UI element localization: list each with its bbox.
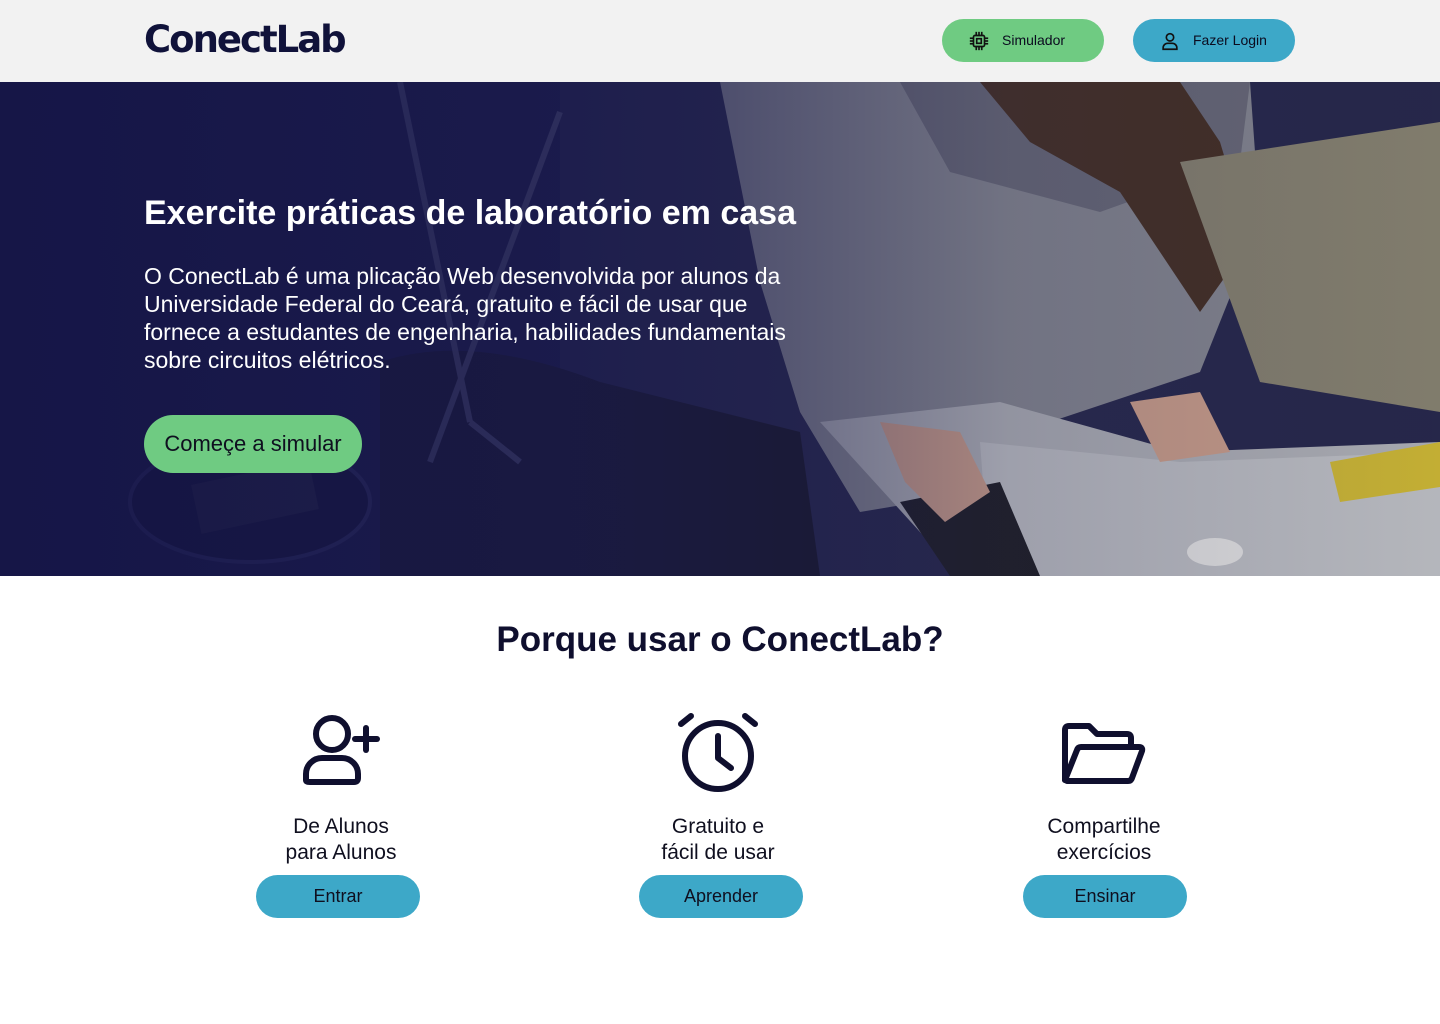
enter-button[interactable]: Entrar: [256, 875, 420, 918]
feature-share: Compartilhe exercícios: [964, 708, 1244, 866]
folder-open-icon: [1062, 723, 1146, 784]
start-simulating-button[interactable]: Começe a simular: [144, 415, 362, 473]
feature-students: De Alunos para Alunos: [201, 708, 481, 866]
feature-share-line2: exercícios: [1056, 841, 1152, 864]
hero-banner: Exercite práticas de laboratório em casa…: [0, 82, 1440, 576]
top-navigation-bar: ConectLab Simulador Fazer Login: [0, 0, 1440, 82]
feature-students-line2: para Alunos: [285, 841, 397, 864]
feature-free-easy: Gratuito e fácil de usar: [578, 708, 858, 866]
feature-free-line1: Gratuito e: [671, 815, 765, 838]
why-section-title: Porque usar o ConectLab?: [496, 620, 944, 659]
teach-button[interactable]: Ensinar: [1023, 875, 1187, 918]
feature-free-line2: fácil de usar: [661, 841, 775, 864]
feature-students-line1: De Alunos: [293, 815, 389, 838]
login-button-label: Fazer Login: [1193, 32, 1267, 48]
login-button[interactable]: Fazer Login: [1133, 19, 1295, 62]
simulator-button-label: Simulador: [1002, 32, 1066, 48]
chip-icon: [969, 31, 989, 51]
conectlab-logo[interactable]: ConectLab: [144, 18, 347, 61]
user-icon: [1162, 32, 1178, 51]
learn-button[interactable]: Aprender: [639, 875, 803, 918]
hero-title: Exercite práticas de laboratório em casa: [144, 194, 796, 232]
user-plus-icon: [303, 715, 380, 785]
hero-description: O ConectLab é uma plicação Web desenvolv…: [144, 263, 786, 373]
alarm-clock-icon: [678, 713, 758, 792]
feature-share-line1: Compartilhe: [1047, 815, 1161, 838]
simulator-button[interactable]: Simulador: [942, 19, 1104, 62]
